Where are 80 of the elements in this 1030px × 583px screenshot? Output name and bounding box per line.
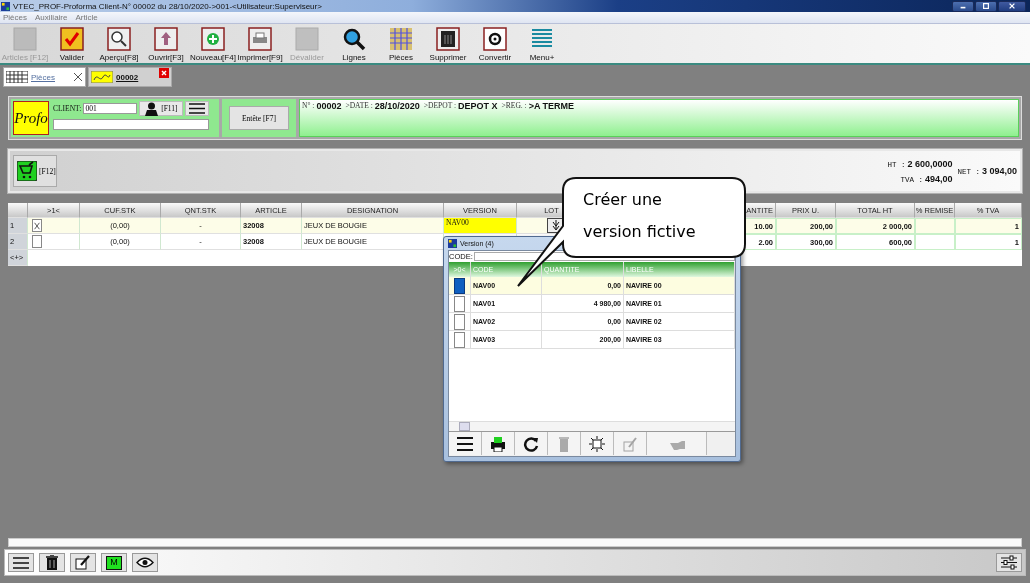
checkbox[interactable] <box>454 277 465 294</box>
settings-button[interactable] <box>996 553 1022 572</box>
horizontal-scrollbar[interactable] <box>449 421 735 431</box>
maximize-button[interactable] <box>975 0 997 12</box>
box-icon <box>13 27 37 51</box>
trash-icon <box>436 27 460 51</box>
minimize-button[interactable] <box>952 0 974 12</box>
close-icon[interactable] <box>159 68 169 78</box>
toolbar-button[interactable]: Supprimer <box>425 27 471 63</box>
box-icon <box>295 27 319 51</box>
logo-icon <box>91 71 113 83</box>
toolbar-button[interactable] <box>515 432 548 455</box>
info-value: >A TERME <box>528 101 575 111</box>
menu-icon <box>13 556 29 569</box>
toolbar-button[interactable]: Lignes <box>331 27 377 63</box>
toolbar-button[interactable] <box>449 432 482 455</box>
logo: Profo <box>13 101 49 135</box>
window-title: VTEC_PROF-Proforma Client-N° 00002 du 28/10/2020->001-<Utilisateur:Superviseur> <box>13 1 322 11</box>
down-arrow-icon <box>551 220 560 231</box>
printer-icon <box>248 27 272 51</box>
toolbar-button[interactable] <box>482 432 515 455</box>
client-name-field[interactable] <box>53 119 209 130</box>
m-label: M <box>106 555 122 570</box>
info-value: 28/10/2020 <box>374 101 420 111</box>
toolbar-button[interactable]: Nouveau[F4] <box>190 27 236 63</box>
checkbox[interactable] <box>32 235 42 248</box>
ht-value: 2 600,0000 <box>907 158 953 169</box>
checkbox[interactable] <box>454 313 465 330</box>
menu-item[interactable]: Auxiliaire <box>35 12 68 23</box>
edit-icon <box>621 435 639 452</box>
toolbar-button[interactable]: Menu+ <box>519 27 565 63</box>
chip-icon <box>588 435 606 452</box>
toolbar-button[interactable]: Ouvrir[F3] <box>143 27 189 63</box>
net-value: 3 094,00 <box>981 166 1017 176</box>
toolbar-button[interactable]: Imprimer[F9] <box>237 27 283 63</box>
toolbar-button[interactable] <box>70 553 96 572</box>
grid-icon <box>6 71 28 83</box>
tab[interactable]: Pièces <box>3 67 86 87</box>
toolbar-button[interactable]: M <box>101 553 127 572</box>
checkbox[interactable] <box>454 331 465 348</box>
printer-icon <box>489 435 507 452</box>
close-button[interactable] <box>998 0 1026 12</box>
zoom-icon <box>107 27 131 51</box>
table-header-cell <box>8 203 28 218</box>
close-icon[interactable] <box>73 72 83 82</box>
tab[interactable]: 00002 <box>88 67 172 87</box>
checkmark-icon <box>60 27 84 51</box>
toolbar-button[interactable]: Valider <box>49 27 95 63</box>
toolbar-button[interactable]: Convertir <box>472 27 518 63</box>
person-icon <box>145 101 159 116</box>
horizontal-scrollbar[interactable] <box>8 538 1022 547</box>
x-mark-icon <box>33 220 41 231</box>
info-value: 00002 <box>316 101 342 111</box>
app-icon <box>1 1 10 11</box>
plus-icon <box>201 27 225 51</box>
app-icon <box>448 239 457 248</box>
checkbox[interactable] <box>454 295 465 312</box>
toolbar-button[interactable]: Aperçu[F8] <box>96 27 142 63</box>
menu-icon <box>189 103 206 114</box>
menu-button[interactable] <box>185 101 210 116</box>
menu-item[interactable]: Article <box>75 12 98 23</box>
cart-icon <box>17 161 37 181</box>
checkbox[interactable] <box>32 219 42 232</box>
eye-icon <box>136 557 154 568</box>
grid-icon <box>389 27 413 51</box>
search-icon <box>342 27 366 51</box>
menu-item[interactable]: Pièces <box>3 12 27 23</box>
trash-icon <box>46 555 58 570</box>
sliders-icon <box>1001 555 1017 570</box>
tva-value: 494,00 <box>924 173 953 184</box>
toolbar-button[interactable] <box>39 553 65 572</box>
close-icon <box>1008 2 1016 10</box>
edit-icon <box>75 555 91 570</box>
info-value: DEPOT X <box>458 101 498 111</box>
menu-icon <box>456 435 474 452</box>
toolbar-button[interactable]: Pièces <box>378 27 424 63</box>
refresh-icon <box>522 435 540 452</box>
toolbar-button[interactable] <box>8 553 34 572</box>
toolbar-button[interactable] <box>132 553 158 572</box>
maximize-icon <box>982 2 990 10</box>
